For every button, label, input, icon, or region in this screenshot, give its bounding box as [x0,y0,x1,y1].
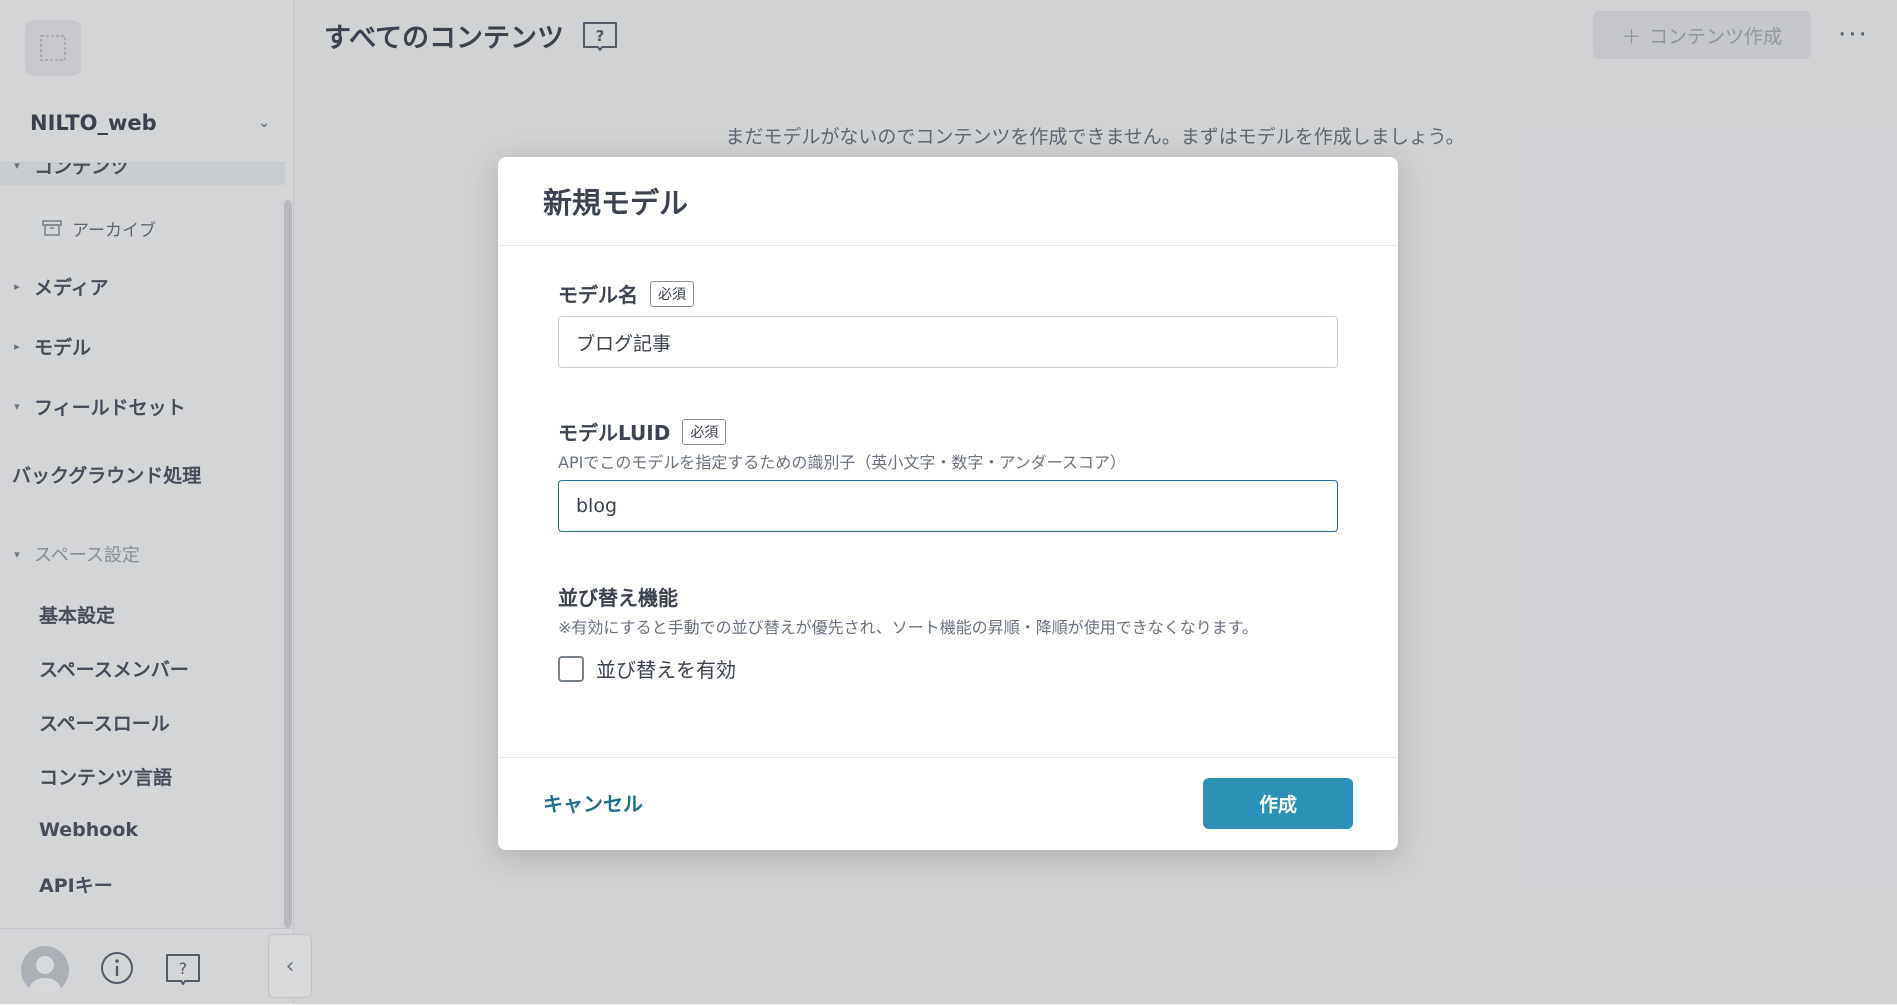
model-name-input[interactable] [558,316,1338,368]
field-label-text: 並び替え機能 [558,586,678,610]
enable-sorting-checkbox[interactable] [558,655,584,682]
enable-sorting-label[interactable]: 並び替えを有効 [596,654,736,683]
new-model-dialog: 新規モデル モデル名 必須 モデルLUID 必須 APIでこのモデルを指定するた… [498,157,1398,850]
cancel-button[interactable]: キャンセル [543,788,643,817]
dialog-footer: キャンセル 作成 [498,757,1398,851]
model-name-label: モデル名 必須 [558,279,694,308]
enable-sorting-row[interactable]: 並び替えを有効 [558,654,736,683]
required-badge: 必須 [650,280,694,307]
sorting-label: 並び替え機能 [558,582,678,611]
model-luid-input[interactable] [558,480,1338,532]
field-label-text: モデルLUID [558,421,671,445]
sorting-help: ※有効にすると手動での並び替えが優先され、ソート機能の昇順・降順が使用できなくな… [558,618,1259,637]
required-badge: 必須 [682,418,727,445]
model-luid-label: モデルLUID 必須 [558,417,727,446]
model-luid-help: APIでこのモデルを指定するための識別子（英小文字・数字・アンダースコア） [558,453,1126,472]
dialog-title: 新規モデル [498,157,1398,246]
create-button[interactable]: 作成 [1203,778,1353,829]
field-label-text: モデル名 [558,283,638,307]
